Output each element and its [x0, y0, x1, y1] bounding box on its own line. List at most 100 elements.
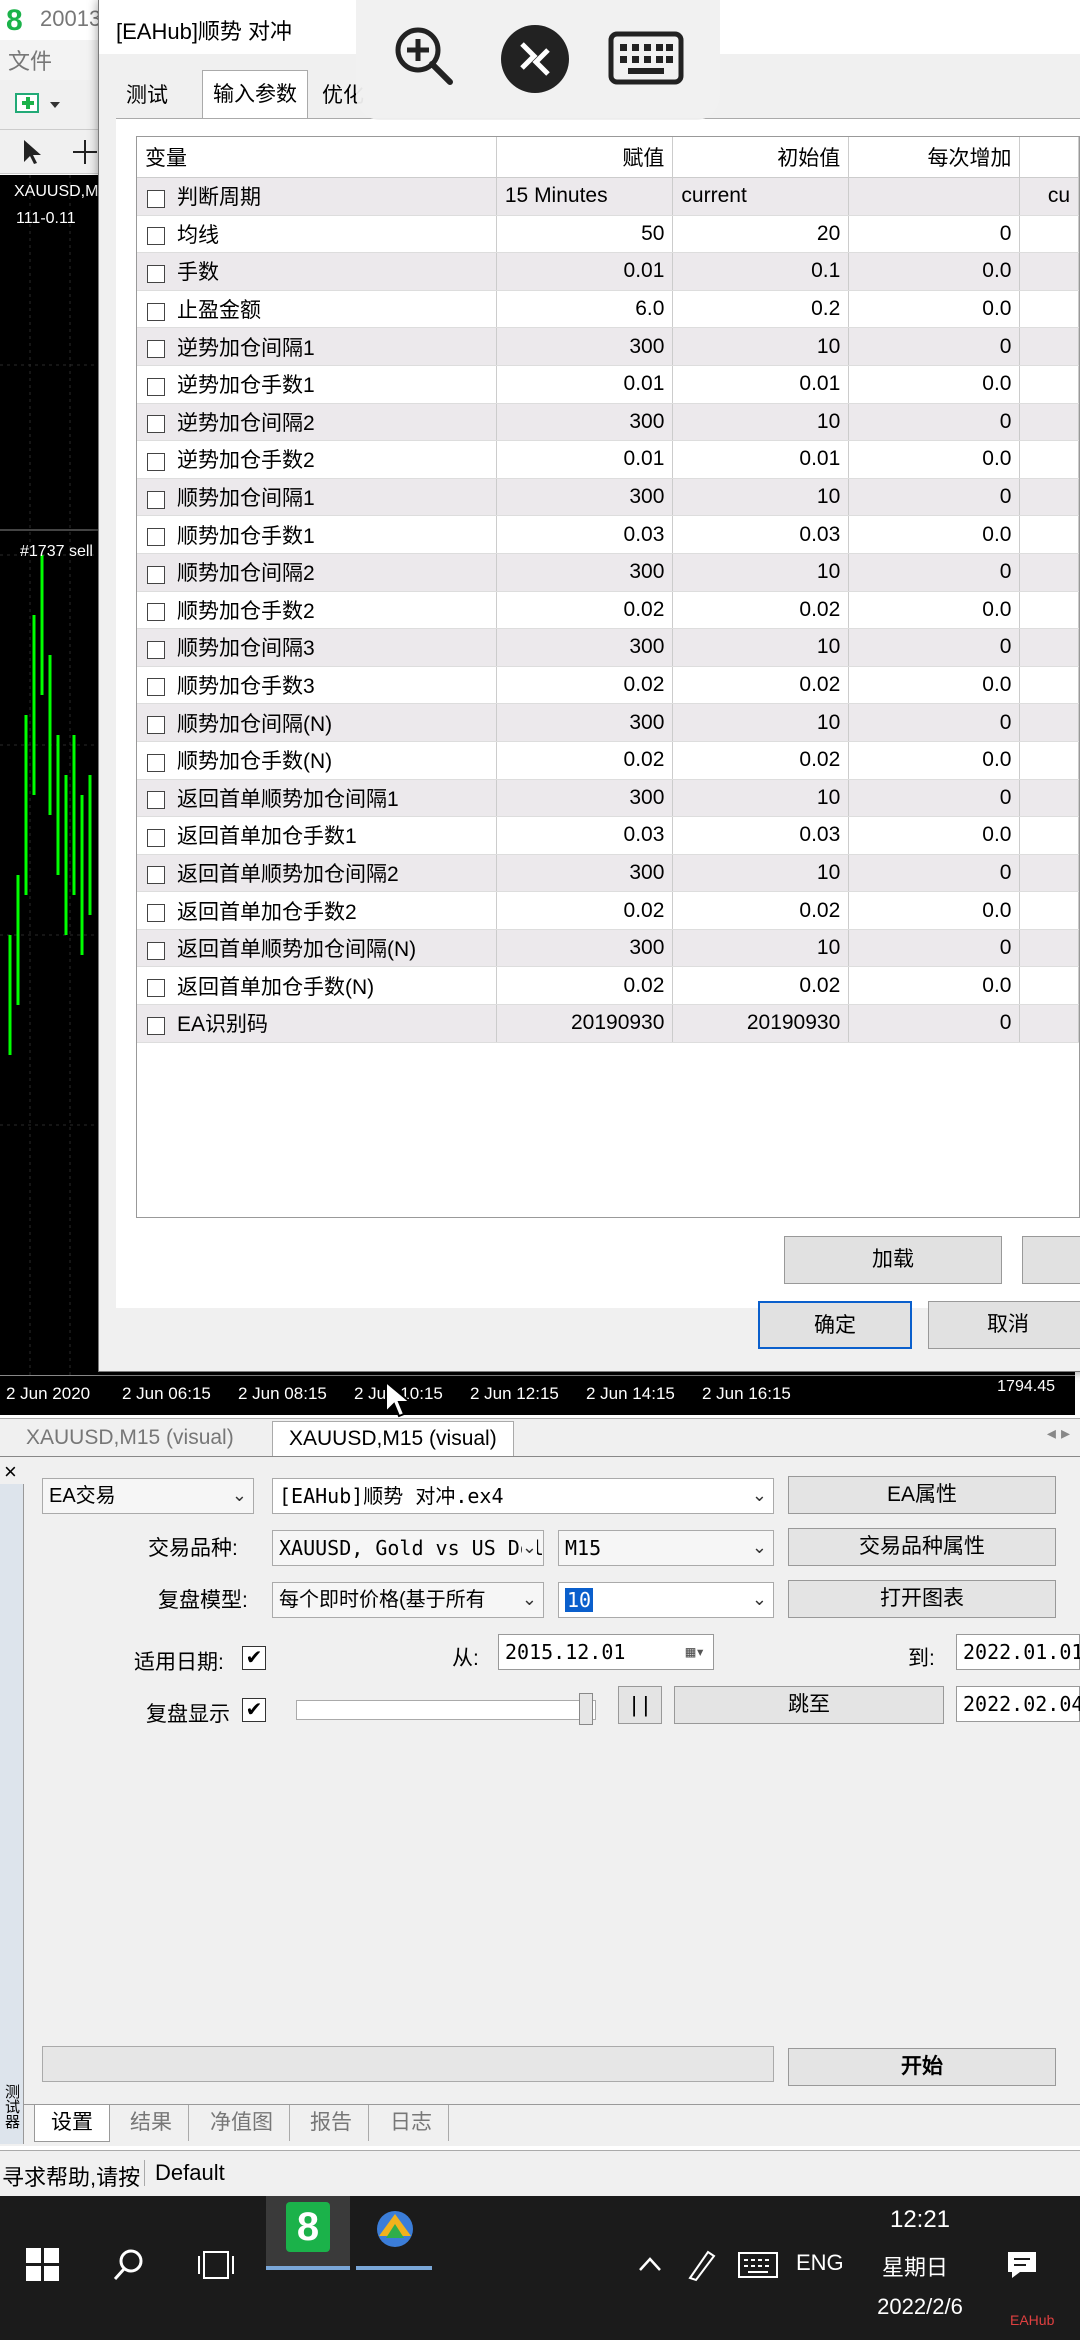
parameter-step-cell[interactable]: 0 — [848, 854, 1021, 893]
parameter-step-cell[interactable]: 0 — [848, 403, 1021, 442]
period-select[interactable]: M15 ⌄ — [558, 1530, 774, 1566]
parameter-row[interactable]: 返回首单加仓手数(N) 0.02 0.02 0.0 — [137, 966, 1079, 1006]
parameter-optimize-checkbox[interactable] — [147, 678, 165, 697]
parameter-row[interactable]: 逆势加仓间隔2 300 10 0 — [137, 403, 1079, 442]
parameter-name-cell[interactable]: EA识别码 — [137, 1004, 497, 1043]
chart-tab-active[interactable]: XAUUSD,M15 (visual) — [272, 1421, 514, 1456]
visual-checkbox[interactable]: ✔ — [242, 1698, 266, 1722]
parameter-stop-cell[interactable] — [1019, 365, 1079, 404]
parameter-start-cell[interactable]: 10 — [672, 703, 850, 742]
column-header-variable[interactable]: 变量 — [137, 137, 497, 178]
windows-start-icon[interactable] — [26, 2248, 60, 2282]
parameter-stop-cell[interactable] — [1019, 440, 1079, 479]
parameter-optimize-checkbox[interactable] — [147, 415, 165, 434]
pause-button[interactable]: | | — [618, 1686, 662, 1724]
parameter-start-cell[interactable]: 0.01 — [672, 365, 850, 404]
parameter-step-cell[interactable]: 0 — [848, 478, 1021, 517]
search-icon[interactable] — [112, 2248, 146, 2282]
parameter-start-cell[interactable]: 0.01 — [672, 440, 850, 479]
parameter-value-cell[interactable]: 0.03 — [496, 515, 674, 554]
parameter-row[interactable]: 顺势加仓手数3 0.02 0.02 0.0 — [137, 666, 1079, 705]
parameter-name-cell[interactable]: 手数 — [137, 252, 497, 291]
close-icon[interactable]: × — [4, 1460, 24, 1484]
calendar-dropdown-icon[interactable]: ▦▾ — [686, 1635, 705, 1669]
parameter-start-cell[interactable]: 20 — [672, 215, 850, 254]
parameter-optimize-checkbox[interactable] — [147, 264, 165, 283]
parameter-optimize-checkbox[interactable] — [147, 603, 165, 622]
parameter-stop-cell[interactable] — [1019, 628, 1079, 667]
symbol-select[interactable]: XAUUSD, Gold vs US Dol ⌄ — [272, 1530, 544, 1566]
mode-select[interactable]: EA交易 ⌄ — [42, 1478, 254, 1514]
parameter-step-cell[interactable]: 0.0 — [848, 515, 1021, 554]
tab-test[interactable]: 测试 — [116, 76, 178, 118]
parameter-value-cell[interactable]: 0.01 — [496, 440, 674, 479]
parameter-row[interactable]: EA识别码 20190930 20190930 0 — [137, 1004, 1079, 1043]
zoom-in-icon[interactable] — [392, 24, 456, 88]
parameter-value-cell[interactable]: 300 — [496, 327, 674, 366]
tab-settings[interactable]: 设置 — [34, 2105, 110, 2142]
parameter-name-cell[interactable]: 返回首单加仓手数1 — [137, 816, 497, 855]
parameter-start-cell[interactable]: 10 — [672, 929, 850, 968]
parameter-row[interactable]: 顺势加仓间隔(N) 300 10 0 — [137, 703, 1079, 742]
parameter-optimize-checkbox[interactable] — [147, 791, 165, 810]
save-button[interactable] — [1022, 1236, 1080, 1284]
parameter-row[interactable]: 手数 0.01 0.1 0.0 — [137, 252, 1079, 291]
parameter-stop-cell[interactable] — [1019, 252, 1079, 291]
parameter-row[interactable]: 顺势加仓间隔3 300 10 0 — [137, 628, 1079, 667]
parameter-step-cell[interactable]: 0 — [848, 779, 1021, 818]
parameter-row[interactable]: 逆势加仓间隔1 300 10 0 — [137, 327, 1079, 366]
parameter-start-cell[interactable]: 0.03 — [672, 515, 850, 554]
parameter-row[interactable]: 逆势加仓手数1 0.01 0.01 0.0 — [137, 365, 1079, 404]
keyboard-icon[interactable] — [608, 28, 684, 88]
parameter-value-cell[interactable]: 300 — [496, 779, 674, 818]
parameter-stop-cell[interactable] — [1019, 403, 1079, 442]
parameter-step-cell[interactable]: 0.0 — [848, 891, 1021, 930]
parameter-start-cell[interactable]: 10 — [672, 854, 850, 893]
remote-desktop-icon[interactable] — [500, 24, 570, 94]
speed-slider-handle[interactable] — [579, 1693, 593, 1725]
parameter-start-cell[interactable]: 10 — [672, 628, 850, 667]
parameter-start-cell[interactable]: 0.02 — [672, 891, 850, 930]
parameter-start-cell[interactable]: current — [672, 177, 850, 216]
parameter-step-cell[interactable]: 0.0 — [848, 816, 1021, 855]
parameter-name-cell[interactable]: 返回首单顺势加仓间隔1 — [137, 779, 497, 818]
parameter-optimize-checkbox[interactable] — [147, 302, 165, 321]
parameter-value-cell[interactable]: 300 — [496, 628, 674, 667]
column-header-stop[interactable] — [1019, 137, 1079, 178]
use-date-checkbox[interactable]: ✔ — [242, 1646, 266, 1670]
parameter-stop-cell[interactable] — [1019, 966, 1079, 1006]
parameter-start-cell[interactable]: 0.02 — [672, 741, 850, 780]
parameter-step-cell[interactable]: 0.0 — [848, 252, 1021, 291]
parameter-value-cell[interactable]: 300 — [496, 403, 674, 442]
skip-to-button[interactable]: 跳至 — [674, 1686, 944, 1724]
open-chart-button[interactable]: 打开图表 — [788, 1580, 1056, 1618]
crosshair-tool-icon[interactable] — [70, 138, 100, 166]
notification-icon[interactable] — [1006, 2250, 1038, 2280]
parameter-optimize-checkbox[interactable] — [147, 565, 165, 584]
parameter-step-cell[interactable]: 0 — [848, 703, 1021, 742]
parameter-value-cell[interactable]: 300 — [496, 478, 674, 517]
tab-results[interactable]: 结果 — [114, 2105, 189, 2141]
parameter-step-cell[interactable]: 0.0 — [848, 365, 1021, 404]
parameter-stop-cell[interactable] — [1019, 741, 1079, 780]
parameter-optimize-checkbox[interactable] — [147, 828, 165, 847]
parameter-name-cell[interactable]: 判断周期 — [137, 177, 497, 216]
parameter-value-cell[interactable]: 0.01 — [496, 252, 674, 291]
model-select[interactable]: 每个即时价格(基于所有 ⌄ — [272, 1582, 544, 1618]
parameter-optimize-checkbox[interactable] — [147, 941, 165, 960]
parameter-stop-cell[interactable] — [1019, 327, 1079, 366]
from-date-field[interactable]: 2015.12.01 ▦▾ — [498, 1634, 714, 1670]
parameter-value-cell[interactable]: 300 — [496, 854, 674, 893]
parameter-start-cell[interactable]: 10 — [672, 478, 850, 517]
parameter-start-cell[interactable]: 10 — [672, 403, 850, 442]
parameter-stop-cell[interactable] — [1019, 478, 1079, 517]
chart-tab[interactable]: XAUUSD,M15 (visual) — [10, 1421, 250, 1455]
parameter-value-cell[interactable]: 0.02 — [496, 741, 674, 780]
cancel-button[interactable]: 取消 — [928, 1301, 1080, 1349]
parameter-step-cell[interactable]: 0.0 — [848, 966, 1021, 1006]
parameter-optimize-checkbox[interactable] — [147, 528, 165, 547]
parameter-optimize-checkbox[interactable] — [147, 227, 165, 246]
taskbar-app-terminal[interactable] — [356, 2196, 432, 2270]
skip-date-field[interactable]: 2022.02.04 — [956, 1686, 1080, 1722]
parameter-optimize-checkbox[interactable] — [147, 979, 165, 998]
